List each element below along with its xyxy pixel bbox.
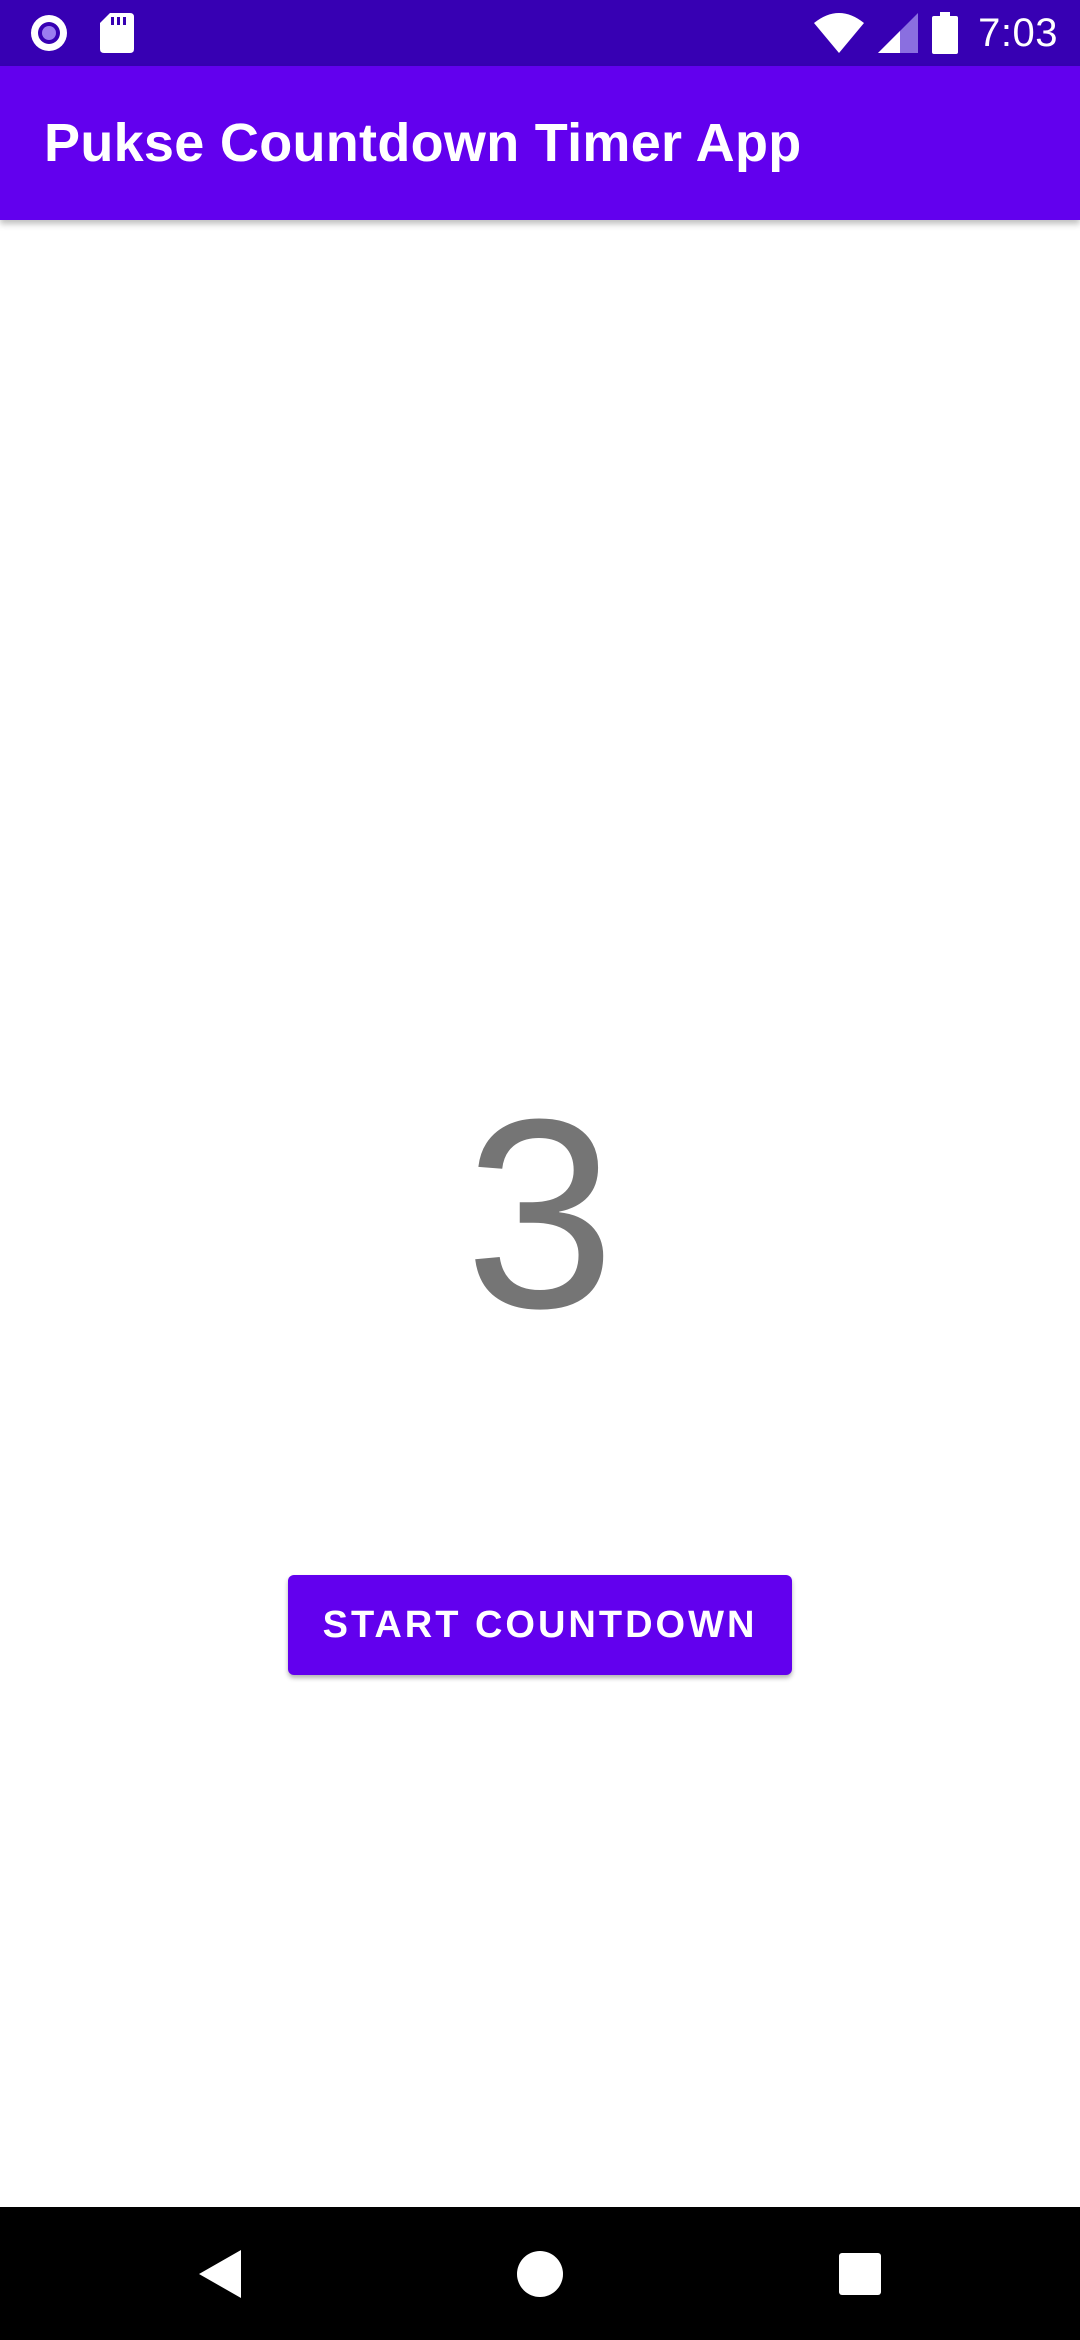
- sd-card-icon: [100, 13, 134, 53]
- screen: 7:03 Pukse Countdown Timer App 3 START C…: [0, 0, 1080, 2340]
- status-left-icons: [28, 12, 134, 54]
- battery-icon: [932, 12, 959, 54]
- start-countdown-button[interactable]: START COUNTDOWN: [288, 1575, 792, 1675]
- status-bar: 7:03: [0, 0, 1080, 66]
- wifi-icon: [814, 13, 865, 53]
- recents-icon: [839, 2252, 881, 2295]
- main-content: 3 START COUNTDOWN: [0, 220, 1080, 2207]
- nav-recents-button[interactable]: [790, 2207, 930, 2340]
- record-icon: [28, 12, 70, 54]
- status-right-icons: 7:03: [814, 8, 1058, 58]
- home-icon: [517, 2250, 563, 2297]
- app-title: Pukse Countdown Timer App: [44, 113, 802, 173]
- cell-signal-icon: [878, 13, 919, 53]
- back-icon: [199, 2249, 241, 2298]
- nav-home-button[interactable]: [470, 2207, 610, 2340]
- countdown-value: 3: [464, 1064, 616, 1365]
- nav-back-button[interactable]: [150, 2207, 290, 2340]
- navigation-bar: [0, 2207, 1080, 2340]
- status-time: 7:03: [978, 10, 1058, 55]
- app-bar: Pukse Countdown Timer App: [0, 66, 1080, 220]
